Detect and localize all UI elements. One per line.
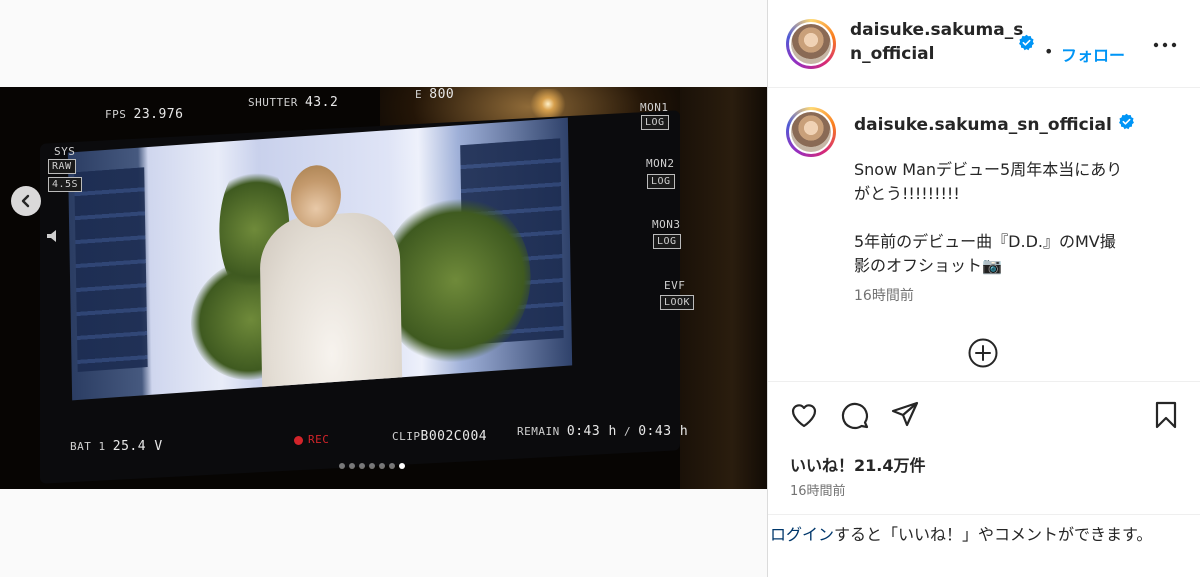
hud-mon2: MON2 (646, 157, 675, 170)
like-count[interactable]: いいね！21.4万件 (790, 452, 925, 476)
hud-evf-look: LOOK (660, 295, 695, 310)
share-button[interactable] (889, 399, 921, 431)
carousel-dot (399, 463, 405, 469)
wooden-frame (680, 87, 767, 489)
carousel-dot (359, 463, 365, 469)
verified-icon (1018, 34, 1035, 55)
plant (379, 190, 533, 371)
hud-fps: FPS 23.976 (105, 107, 184, 122)
caption-username[interactable]: daisuke.sakuma_sn_official (854, 113, 1135, 137)
hud-mon2-log: LOG (647, 174, 675, 189)
caption-text: Snow Manデビュー5周年本当にあり がとう!!!!!!!!! (854, 160, 1123, 203)
bookmark-button[interactable] (1150, 399, 1182, 431)
load-more-comments-button[interactable] (967, 337, 999, 369)
post-timestamp[interactable]: 16時間前 (790, 480, 846, 499)
login-prompt-text: すると「いいね！」やコメントができます。 (834, 525, 1153, 544)
hud-evf: EVF (664, 279, 686, 292)
hud-mon1-log: LOG (641, 115, 669, 130)
lens-flare (528, 89, 568, 119)
action-bar (788, 399, 1188, 433)
hud-raw: RAW (48, 159, 76, 174)
post-header: daisuke.sakuma_s n_official • フォロー (768, 0, 1200, 88)
post-panel: daisuke.sakuma_s n_official • フォロー daisu… (767, 0, 1200, 577)
media-area: FPS 23.976 SHUTTER 43.2 E 800 SYS RAW 4.… (0, 0, 767, 577)
login-prompt: ログインすると「いいね！」やコメントができます。 (770, 523, 1195, 547)
post-image[interactable]: FPS 23.976 SHUTTER 43.2 E 800 SYS RAW 4.… (0, 87, 767, 489)
hud-mon1: MON1 (640, 101, 669, 114)
rec-dot-icon (294, 435, 303, 445)
divider (768, 381, 1200, 382)
wall-panel-left (74, 167, 148, 372)
divider (768, 514, 1200, 515)
hud-ei: E 800 (415, 87, 455, 102)
header-username[interactable]: daisuke.sakuma_s n_official (850, 18, 1023, 66)
carousel-dot (369, 463, 375, 469)
bookmark-icon (1155, 401, 1177, 429)
hud-sys-label: SYS (54, 145, 76, 158)
carousel-dot (349, 463, 355, 469)
share-icon (891, 401, 919, 427)
like-button[interactable] (788, 399, 820, 431)
hud-clip: CLIPB002C004 (392, 429, 488, 444)
verified-icon (1118, 113, 1135, 137)
post-caption: Snow Manデビュー5周年本当にあり がとう!!!!!!!!! 5年前のデビ… (854, 158, 1164, 302)
caption-avatar[interactable] (786, 107, 836, 157)
more-icon (1153, 42, 1177, 48)
chevron-left-icon (21, 194, 30, 208)
speaker-icon (45, 229, 67, 243)
follow-button[interactable]: フォロー (1061, 42, 1125, 66)
carousel-dots (339, 463, 405, 469)
carousel-dot (379, 463, 385, 469)
hud-shutter: SHUTTER 43.2 (248, 95, 339, 110)
monitor-screen (67, 117, 573, 401)
hud-rec: REC (294, 433, 329, 446)
carousel-prev-button[interactable] (11, 186, 41, 216)
hud-ratio: 4.5S (48, 177, 83, 192)
caption-text: 5年前のデビュー曲『D.D.』のMV撮 影のオフショット📷 (854, 232, 1116, 275)
avatar[interactable] (786, 19, 836, 69)
carousel-dot (389, 463, 395, 469)
hud-mon3: MON3 (652, 218, 681, 231)
more-options-button[interactable] (1150, 30, 1180, 60)
hud-mon3-log: LOG (653, 234, 681, 249)
comment-icon (841, 402, 869, 429)
person-figure (259, 209, 403, 401)
add-circle-icon (968, 338, 998, 368)
hud-remain: REMAIN 0:43 h / 0:43 h (517, 424, 689, 439)
carousel-dot (339, 463, 345, 469)
login-link[interactable]: ログイン (770, 525, 834, 544)
caption-timestamp: 16時間前 (854, 288, 914, 304)
heart-icon (791, 404, 817, 428)
hud-battery: BAT 1 25.4 V (70, 439, 163, 454)
comment-button[interactable] (839, 399, 871, 431)
separator-dot: • (1044, 42, 1054, 61)
